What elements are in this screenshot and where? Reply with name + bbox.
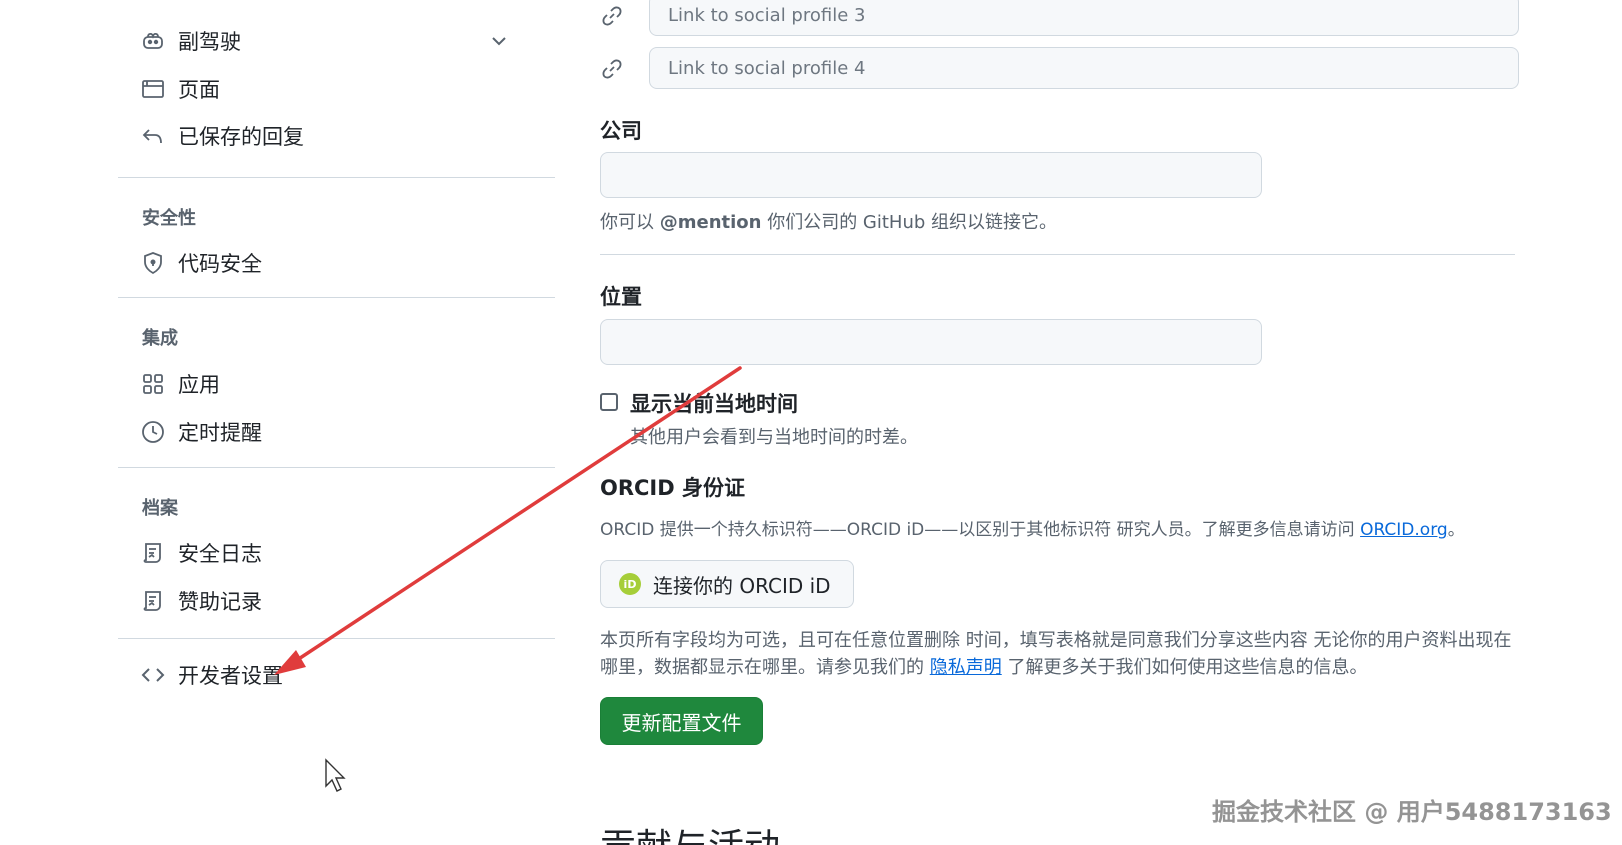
privacy-notice-text: 了解更多关于我们如何使用这些信息的信息。: [1001, 657, 1368, 678]
sidebar-item-scheduled-reminders[interactable]: 定时提醒: [140, 412, 535, 452]
sidebar-item-copilot[interactable]: 副驾驶: [140, 21, 535, 61]
apps-icon: [140, 371, 166, 397]
sidebar-item-pages[interactable]: 页面: [140, 69, 535, 109]
local-time-checkbox[interactable]: [600, 393, 618, 411]
sidebar-item-label: 已保存的回复: [178, 125, 304, 149]
clock-icon: [140, 419, 166, 445]
orcid-link[interactable]: ORCID.org: [1360, 520, 1448, 540]
connect-orcid-label: 连接你的 ORCID iD: [653, 573, 831, 598]
sidebar-divider: [118, 467, 555, 468]
orcid-icon: iD: [619, 573, 641, 595]
contributions-section-title: 贡献与活动: [600, 818, 780, 845]
sidebar-item-label: 副驾驶: [178, 30, 241, 54]
shield-icon: [140, 250, 166, 276]
sidebar-divider: [118, 297, 555, 298]
company-hint-text: 你可以: [600, 212, 660, 233]
sidebar-item-applications[interactable]: 应用: [140, 364, 535, 404]
privacy-statement-link[interactable]: 隐私声明: [930, 657, 1002, 678]
sidebar-item-sponsorship-log[interactable]: 赞助记录: [140, 581, 535, 621]
settings-sidebar: 副驾驶 页面 已保存的回复 安全性 代码安全 集成 应用 定时提醒 档案 安全日…: [118, 0, 555, 845]
profile-form: 公司 你可以 @mention 你们公司的 GitHub 组织以链接它。 位置 …: [600, 0, 1540, 845]
sidebar-item-developer-settings[interactable]: 开发者设置: [140, 655, 535, 695]
settings-page: 副驾驶 页面 已保存的回复 安全性 代码安全 集成 应用 定时提醒 档案 安全日…: [0, 0, 1622, 845]
watermark-text: 掘金技术社区 @ 用户5488173163: [1212, 798, 1612, 826]
section-divider: [600, 254, 1515, 255]
sidebar-item-saved-replies[interactable]: 已保存的回复: [140, 116, 535, 156]
location-label: 位置: [600, 285, 642, 309]
orcid-heading: ORCID 身份证: [600, 476, 745, 500]
privacy-notice: 本页所有字段均为可选，且可在任意位置删除 时间，填写表格就是同意我们分享这些内容…: [600, 627, 1520, 681]
sidebar-divider: [118, 638, 555, 639]
company-label: 公司: [600, 119, 642, 143]
orcid-desc-text: ORCID 提供一个持久标识符——ORCID iD——以区别于其他标识符 研究人…: [600, 520, 1361, 540]
copilot-icon: [140, 28, 166, 54]
sidebar-item-label: 安全日志: [178, 542, 262, 566]
mention-token: @mention: [659, 212, 762, 233]
sidebar-item-label: 应用: [178, 373, 220, 397]
company-hint: 你可以 @mention 你们公司的 GitHub 组织以链接它。: [600, 208, 1057, 234]
link-icon: [600, 4, 626, 30]
section-heading-archives: 档案: [142, 498, 178, 519]
sidebar-item-label: 定时提醒: [178, 421, 262, 445]
chevron-down-icon[interactable]: [489, 31, 509, 51]
sidebar-item-code-security[interactable]: 代码安全: [140, 243, 535, 283]
log-icon: [140, 540, 166, 566]
sidebar-divider: [118, 177, 555, 178]
local-time-hint: 其他用户会看到与当地时间的时差。: [630, 427, 918, 448]
orcid-desc-text: 。: [1447, 520, 1465, 540]
social-link-row: [600, 47, 1530, 91]
section-heading-security: 安全性: [142, 208, 196, 229]
connect-orcid-button[interactable]: iD 连接你的 ORCID iD: [600, 560, 854, 608]
reply-icon: [140, 123, 166, 149]
sidebar-item-label: 开发者设置: [178, 664, 283, 688]
sidebar-item-security-log[interactable]: 安全日志: [140, 533, 535, 573]
link-icon: [600, 57, 626, 83]
update-profile-button[interactable]: 更新配置文件: [600, 697, 763, 745]
sidebar-item-label: 代码安全: [178, 252, 262, 276]
company-hint-text: 你们公司的 GitHub 组织以链接它。: [761, 212, 1058, 233]
browser-icon: [140, 76, 166, 102]
social-link-input-3[interactable]: [649, 0, 1519, 36]
social-link-row: [600, 0, 1530, 38]
company-input[interactable]: [600, 152, 1262, 198]
social-link-input-4[interactable]: [649, 47, 1519, 89]
section-heading-integrations: 集成: [142, 328, 178, 349]
code-icon: [140, 662, 166, 688]
local-time-label[interactable]: 显示当前当地时间: [630, 388, 798, 418]
log-icon: [140, 588, 166, 614]
sidebar-item-label: 赞助记录: [178, 590, 262, 614]
sidebar-item-label: 页面: [178, 78, 220, 102]
location-input[interactable]: [600, 319, 1262, 365]
orcid-description: ORCID 提供一个持久标识符——ORCID iD——以区别于其他标识符 研究人…: [600, 515, 1465, 540]
